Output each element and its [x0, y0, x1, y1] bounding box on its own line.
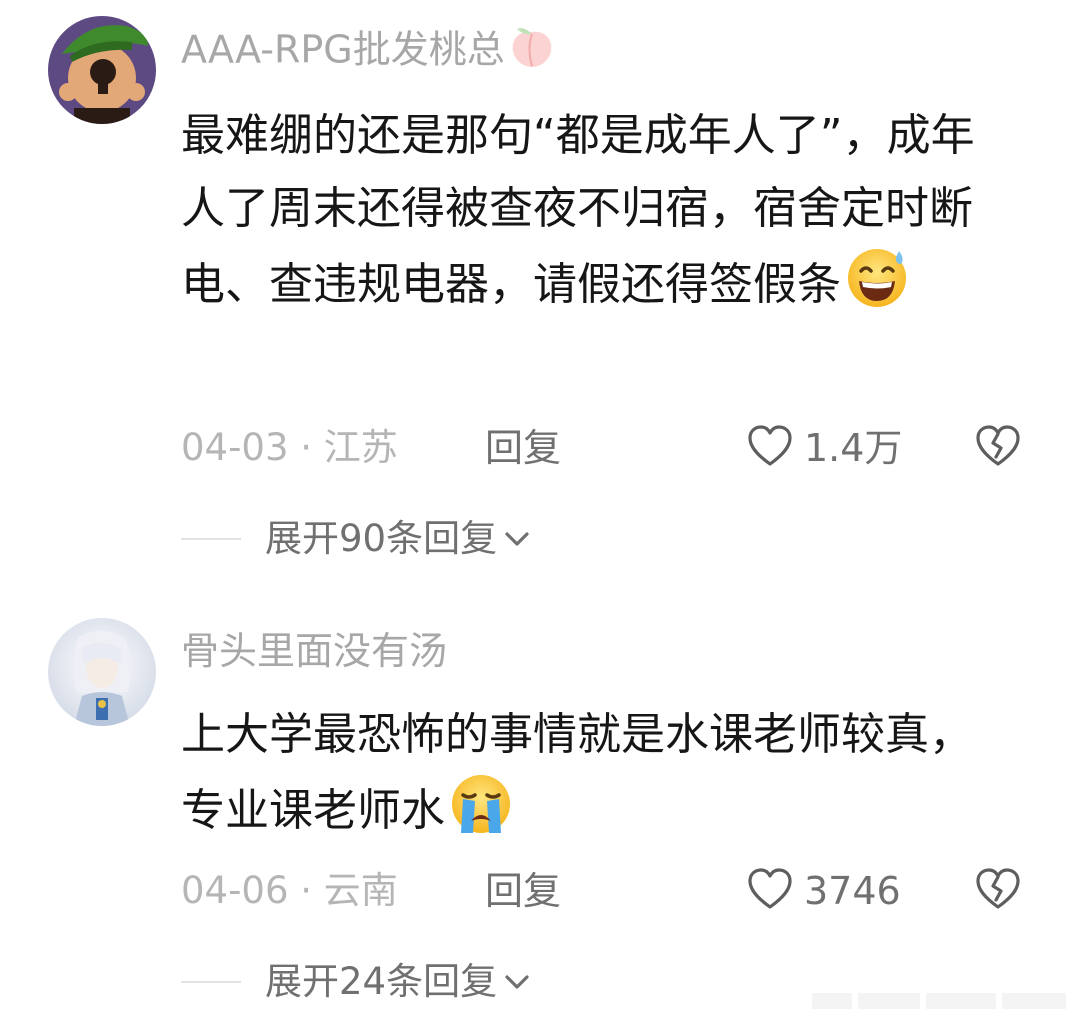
chevron-down-icon [503, 972, 531, 992]
reply-button[interactable]: 回复 [485, 866, 561, 916]
like-count: 3746 [804, 869, 901, 913]
username-text[interactable]: AAA-RPG批发桃总 [181, 28, 505, 72]
expand-replies-label: 展开90条回复 [265, 517, 498, 560]
comment-date-location: 04-03 · 江苏 [181, 426, 398, 469]
peach-badge-icon [509, 24, 555, 80]
broken-heart-icon [974, 424, 1022, 472]
comment-date-location: 04-06 · 云南 [181, 869, 398, 912]
grinning-sweat-emoji [843, 245, 911, 331]
heart-outline-icon [746, 867, 794, 915]
comment-username[interactable]: 骨头里面没有汤 [181, 626, 447, 676]
reply-button[interactable]: 回复 [485, 423, 561, 473]
expand-replies-button[interactable]: 展开24条回复 [181, 957, 531, 1007]
watermark [812, 987, 1070, 1015]
like-button[interactable]: 3746 [746, 866, 901, 916]
crying-face-emoji [447, 771, 515, 857]
comment-text: 上大学最恐怖的事情就是水课老师较真，专业课老师水 [181, 698, 1011, 857]
avatar[interactable] [48, 16, 156, 124]
avatar-image [48, 16, 156, 124]
heart-outline-icon [746, 424, 794, 472]
dislike-button[interactable] [974, 423, 1022, 473]
expand-replies-label: 展开24条回复 [265, 960, 498, 1003]
expand-replies-button[interactable]: 展开90条回复 [181, 514, 531, 564]
avatar[interactable] [48, 618, 156, 726]
divider-line [181, 981, 241, 983]
comment-body: 上大学最恐怖的事情就是水课老师较真，专业课老师水 [181, 709, 973, 836]
like-count: 1.4万 [804, 426, 903, 470]
avatar-image [48, 618, 156, 726]
chevron-down-icon [503, 529, 531, 549]
comment-username[interactable]: AAA-RPG批发桃总 [181, 24, 555, 80]
like-button[interactable]: 1.4万 [746, 423, 902, 473]
broken-heart-icon [974, 867, 1022, 915]
dislike-button[interactable] [974, 866, 1022, 916]
comment-text: 最难绷的还是那句“都是成年人了”，成年人了周末还得被查夜不归宿，宿舍定时断电、查… [181, 99, 1011, 331]
divider-line [181, 538, 241, 540]
